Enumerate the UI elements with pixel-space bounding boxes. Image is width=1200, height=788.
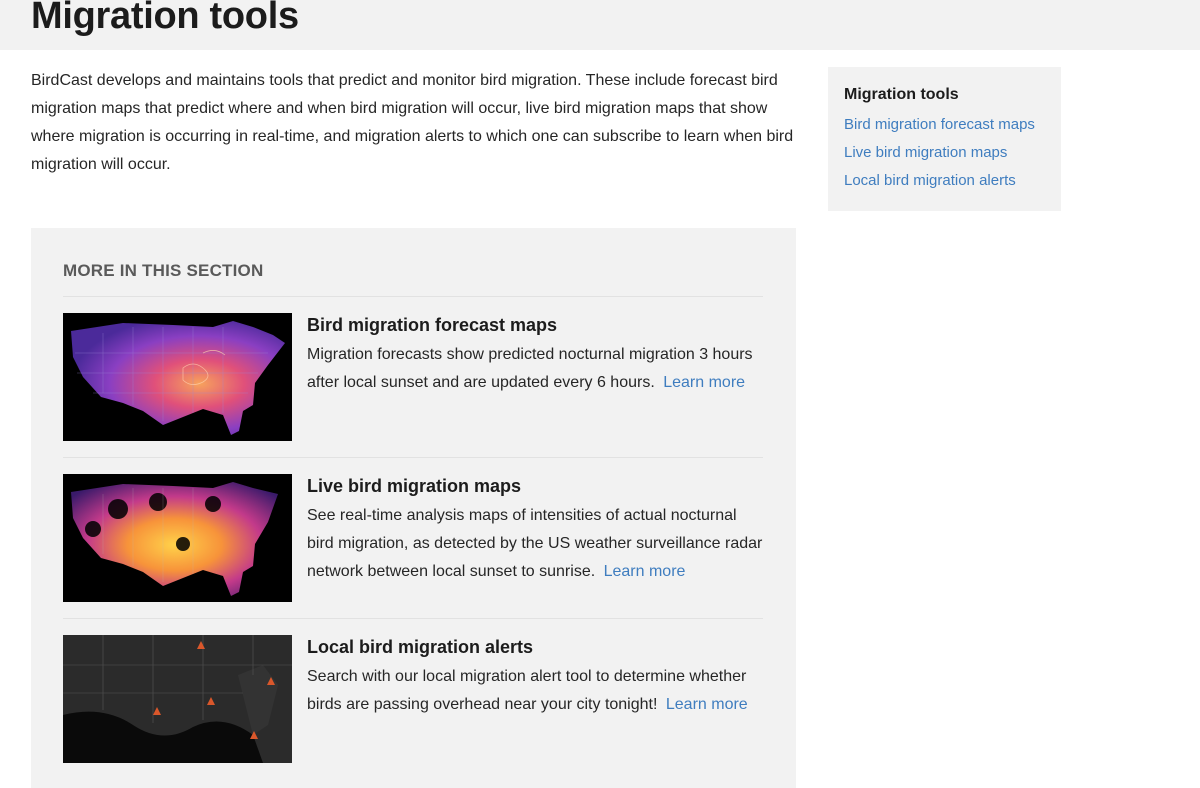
title-bar: Migration tools (0, 0, 1200, 50)
card-body: Live bird migration maps See real-time a… (307, 474, 763, 586)
alerts-map-image (63, 635, 292, 763)
sidebar-link-forecast-maps[interactable]: Bird migration forecast maps (844, 111, 1045, 139)
alerts-map-thumbnail[interactable] (63, 635, 292, 763)
card-body: Bird migration forecast maps Migration f… (307, 313, 763, 397)
card-description: See real-time analysis maps of intensiti… (307, 502, 763, 586)
card-title[interactable]: Bird migration forecast maps (307, 313, 763, 337)
more-in-section-panel: MORE IN THIS SECTION Bird migration fore… (31, 228, 796, 788)
page-title: Migration tools (31, 0, 299, 37)
learn-more-link[interactable]: Learn more (663, 374, 745, 391)
card-live-maps: Live bird migration maps See real-time a… (63, 457, 763, 618)
sidebar-link-live-maps[interactable]: Live bird migration maps (844, 139, 1045, 167)
card-description: Search with our local migration alert to… (307, 663, 763, 719)
sidebar-title: Migration tools (844, 86, 959, 103)
learn-more-link[interactable]: Learn more (604, 563, 686, 580)
forecast-map-image (63, 313, 292, 441)
card-body: Local bird migration alerts Search with … (307, 635, 763, 719)
card-title[interactable]: Live bird migration maps (307, 474, 763, 498)
live-map-thumbnail[interactable] (63, 474, 292, 602)
forecast-map-thumbnail[interactable] (63, 313, 292, 441)
card-title[interactable]: Local bird migration alerts (307, 635, 763, 659)
intro-paragraph: BirdCast develops and maintains tools th… (31, 72, 794, 173)
sidebar-nav: Migration tools Bird migration forecast … (828, 67, 1061, 211)
learn-more-link[interactable]: Learn more (666, 696, 748, 713)
card-alerts: Local bird migration alerts Search with … (63, 618, 763, 779)
card-description-text: See real-time analysis maps of intensiti… (307, 507, 763, 580)
card-description: Migration forecasts show predicted noctu… (307, 341, 763, 397)
sidebar-link-alerts[interactable]: Local bird migration alerts (844, 167, 1045, 195)
live-map-image (63, 474, 292, 602)
section-heading: MORE IN THIS SECTION (63, 261, 264, 280)
card-forecast-maps: Bird migration forecast maps Migration f… (63, 296, 763, 457)
